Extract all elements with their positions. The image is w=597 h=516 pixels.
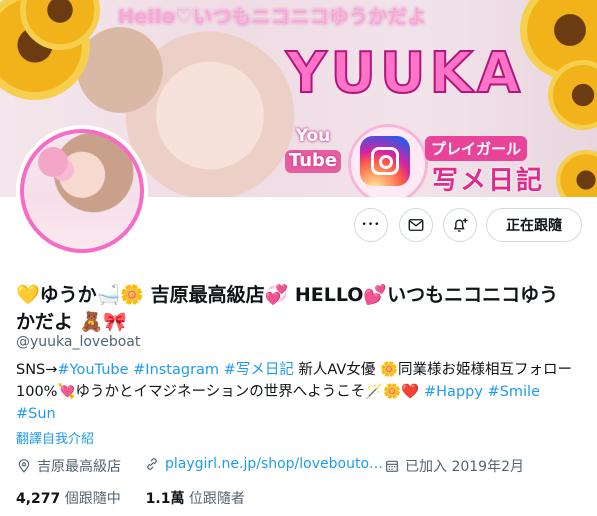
hashtag-photo-diary[interactable]: #写メ日記 (224, 362, 294, 378)
location-text: 吉原最高級店 (37, 459, 121, 475)
hashtag-youtube[interactable]: #YouTube (57, 362, 128, 378)
link-icon (147, 458, 157, 470)
website-link[interactable]: playgirl.ne.jp/shop/lovebouto… (165, 456, 383, 472)
hair-flower-icon (38, 147, 68, 177)
youtube-bottom-text: Tube (284, 149, 342, 173)
hashtag-happy[interactable]: #Happy (424, 384, 483, 400)
following-button[interactable]: 正在跟隨 (486, 208, 582, 242)
following-link[interactable]: 4,277 個跟隨中 (16, 491, 121, 507)
location-pin-icon (18, 459, 30, 473)
photo-diary-text: 写メ日記 (432, 166, 545, 196)
mail-icon (408, 219, 424, 231)
followers-link[interactable]: 1.1萬 位跟隨者 (146, 491, 245, 507)
profile-meta: 吉原最高級店 playgirl.ne.jp/shop/lovebouto… 已加… (16, 456, 586, 476)
translate-bio-link[interactable]: 翻譯自我介紹 (16, 428, 94, 447)
location-item: 吉原最高級店 (16, 456, 121, 476)
more-options-button[interactable]: ••• (354, 208, 388, 242)
banner-greeting: Hello♡いつもニコニコゆうかだよ (118, 6, 427, 28)
hashtag-sun[interactable]: #Sun (16, 406, 56, 422)
message-button[interactable] (399, 208, 433, 242)
followers-count: 1.1萬 (145, 491, 185, 507)
avatar-image (20, 129, 144, 253)
hashtag-instagram[interactable]: #Instagram (133, 362, 219, 378)
followers-label: 位跟隨者 (188, 491, 245, 507)
display-name: 💛ゆうか🛁🌼 吉原最高級店💞 HELLO💕いつもニコニコゆうかだよ 🧸🎀 (16, 284, 559, 333)
website-item[interactable]: playgirl.ne.jp/shop/lovebouto… (144, 456, 383, 472)
youtube-top-text: You (295, 126, 331, 146)
banner-name-logo: YUUKA (285, 40, 525, 107)
bell-plus-icon (454, 218, 468, 232)
instagram-icon (360, 136, 410, 186)
follow-counts: 4,277 個跟隨中 1.1萬 位跟隨者 (16, 488, 245, 508)
bio-text: SNS→ (16, 362, 58, 378)
avatar[interactable] (16, 125, 148, 257)
playgirl-badge: プレイガール (425, 136, 528, 161)
user-handle: @yuuka_loveboat (16, 334, 141, 350)
following-label: 個跟隨中 (64, 491, 121, 507)
youtube-badge: You Tube (284, 126, 342, 192)
joined-item: 已加入 2019年2月 (384, 456, 524, 476)
more-icon: ••• (361, 220, 381, 230)
hashtag-smile[interactable]: #Smile (488, 384, 540, 400)
sunflower-icon (556, 150, 597, 197)
following-count: 4,277 (16, 491, 61, 507)
profile-bio: SNS→#YouTube #Instagram #写メ日記 新人AV女優 🌼同業… (16, 359, 572, 425)
calendar-icon (386, 460, 398, 472)
joined-text: 已加入 2019年2月 (405, 459, 524, 475)
notifications-button[interactable] (443, 208, 477, 242)
